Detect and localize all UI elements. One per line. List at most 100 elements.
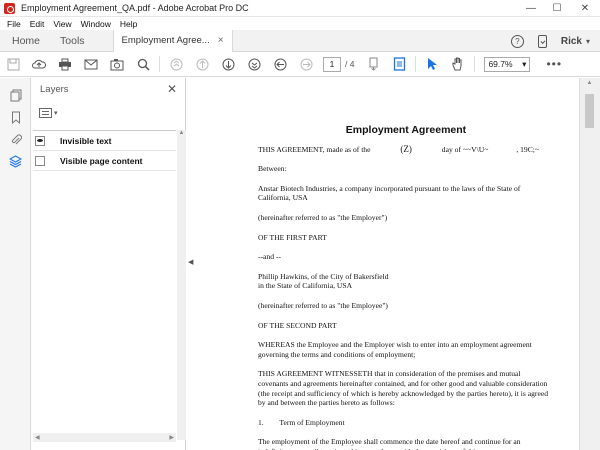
layer-name: Visible page content: [60, 155, 143, 166]
more-tools-icon[interactable]: •••: [546, 57, 562, 71]
layer-list: Invisible text Visible page content: [33, 130, 176, 171]
page-content: Employment Agreement THIS AGREEMENT, mad…: [258, 124, 548, 450]
back-icon[interactable]: [267, 52, 293, 77]
account-area: ? Rick ▾: [510, 30, 600, 52]
search-icon[interactable]: [130, 52, 156, 77]
menu-file[interactable]: File: [7, 19, 21, 29]
paragraph: The employment of the Employee shall com…: [258, 437, 521, 450]
total-pages: / 4: [345, 59, 355, 69]
attachment-icon[interactable]: [0, 128, 31, 150]
mobile-link-icon[interactable]: [537, 34, 547, 48]
chevron-down-icon[interactable]: ▾: [586, 37, 590, 46]
paragraph: (hereinafter referred to as "the Employe…: [258, 300, 388, 310]
scroll-left-icon[interactable]: ◀: [35, 434, 40, 441]
paragraph: (hereinafter referred to as "the Employe…: [258, 212, 388, 222]
zoom-dropdown[interactable]: 69.7% ▾: [484, 56, 531, 72]
layer-row-invisible-text[interactable]: Invisible text: [33, 131, 176, 151]
close-window-button[interactable]: ✕: [570, 0, 600, 17]
paragraph: Phillip Hawkins, of the City of Bakersfi…: [258, 272, 548, 291]
tab-home[interactable]: Home: [2, 30, 50, 52]
layers-vertical-scrollbar[interactable]: ▲: [177, 130, 186, 440]
first-page-icon[interactable]: [163, 52, 189, 77]
text-run: , 19C;~: [516, 144, 539, 154]
page-thumbnails-icon[interactable]: [0, 84, 31, 106]
layers-icon[interactable]: [0, 150, 31, 172]
text-line: Phillip Hawkins, of the City of Bakersfi…: [258, 271, 389, 281]
window-title: Employment Agreement_QA.pdf - Adobe Acro…: [21, 3, 249, 13]
print-icon[interactable]: [52, 52, 78, 77]
eye-toggle-box[interactable]: [35, 155, 45, 166]
document-vertical-scrollbar[interactable]: ▲: [579, 78, 600, 450]
chevron-down-icon: ▾: [54, 110, 58, 117]
toolbar: 1 / 4 69.7% ▾ •••: [0, 52, 600, 77]
scroll-mode-icon[interactable]: [360, 52, 386, 77]
paragraph: OF THE SECOND PART: [258, 320, 337, 330]
tab-bar: Home Tools Employment Agree... × ? Rick …: [0, 29, 600, 52]
paragraph: Anstar Biotech Industries, a company inc…: [258, 183, 521, 203]
window-controls: — ☐ ✕: [518, 0, 600, 17]
previous-page-icon[interactable]: [189, 52, 215, 77]
email-icon[interactable]: [78, 52, 104, 77]
paragraph: THIS AGREEMENT WITNESSETH that in consid…: [258, 369, 548, 408]
layers-horizontal-scrollbar[interactable]: ◀ ▶: [33, 433, 176, 442]
next-page-icon[interactable]: [215, 52, 241, 77]
scrollbar-thumb[interactable]: [585, 94, 594, 128]
toolbar-divider: [474, 56, 476, 72]
section-heading: 1. Term of Employment: [258, 418, 548, 428]
tab-tools[interactable]: Tools: [50, 30, 95, 52]
section-number: 1.: [258, 417, 264, 427]
bookmark-icon[interactable]: [0, 106, 31, 128]
layer-row-visible-page-content[interactable]: Visible page content: [33, 151, 176, 171]
scroll-up-icon[interactable]: ▲: [580, 80, 599, 86]
paragraph-agreement-date: THIS AGREEMENT, made as of the (Z) day o…: [258, 143, 548, 155]
close-panel-icon[interactable]: ✕: [167, 82, 177, 96]
options-icon: [39, 108, 52, 118]
eye-icon[interactable]: [35, 135, 45, 146]
document-viewport[interactable]: Employment Agreement THIS AGREEMENT, mad…: [195, 78, 579, 450]
paragraph: OF THE FIRST PART: [258, 232, 327, 242]
menu-help[interactable]: Help: [120, 19, 137, 29]
navigation-pane-strip: [0, 78, 31, 450]
menu-edit[interactable]: Edit: [30, 19, 45, 29]
layers-panel-title: Layers: [40, 83, 69, 95]
zoom-value: 69.7%: [488, 59, 513, 69]
tab-document[interactable]: Employment Agree... ×: [112, 29, 233, 52]
document-title: Employment Agreement: [345, 124, 467, 136]
paragraph: WHEREAS the Employee and the Employer wi…: [258, 340, 532, 359]
user-name[interactable]: Rick: [561, 36, 582, 47]
paragraph: --and --: [258, 252, 281, 262]
layers-panel-header: Layers ✕: [31, 78, 185, 100]
maximize-button[interactable]: ☐: [544, 0, 570, 17]
current-page-input[interactable]: 1: [323, 56, 341, 72]
text-line: in the State of California, USA: [258, 281, 353, 291]
scroll-up-icon[interactable]: ▲: [177, 130, 186, 136]
section-title: Term of Employment: [279, 417, 345, 427]
menu-window[interactable]: Window: [81, 19, 111, 29]
menu-view[interactable]: View: [53, 19, 71, 29]
upload-icon[interactable]: [26, 52, 52, 77]
page-view-icon[interactable]: [386, 52, 412, 77]
hand-tool-icon[interactable]: [445, 52, 471, 77]
toolbar-divider: [159, 56, 160, 72]
chevron-down-icon: ▾: [522, 58, 527, 69]
snapshot-icon[interactable]: [104, 52, 130, 77]
minimize-button[interactable]: —: [518, 0, 544, 17]
scroll-right-icon[interactable]: ▶: [169, 434, 174, 441]
menu-bar: File Edit View Window Help: [0, 17, 600, 30]
paragraph: Between:: [258, 164, 287, 174]
handwritten-day: (Z): [400, 143, 412, 154]
tab-document-label: Employment Agree...: [121, 35, 210, 46]
forward-icon[interactable]: [293, 52, 319, 77]
title-bar: Employment Agreement_QA.pdf - Adobe Acro…: [0, 0, 600, 17]
save-icon[interactable]: [0, 52, 26, 77]
select-cursor-icon[interactable]: [419, 52, 445, 77]
collapse-panel-icon[interactable]: ◀: [188, 258, 193, 266]
text-run: THIS AGREEMENT, made as of the: [258, 144, 371, 154]
text-run: day of: [441, 144, 461, 154]
acrobat-app-icon: [4, 2, 15, 14]
layer-options-button[interactable]: ▾: [39, 108, 58, 118]
help-icon[interactable]: ?: [510, 34, 524, 48]
close-tab-icon[interactable]: ×: [218, 35, 224, 46]
last-page-icon[interactable]: [241, 52, 267, 77]
handwritten-month: ~~V\U~: [462, 144, 489, 154]
